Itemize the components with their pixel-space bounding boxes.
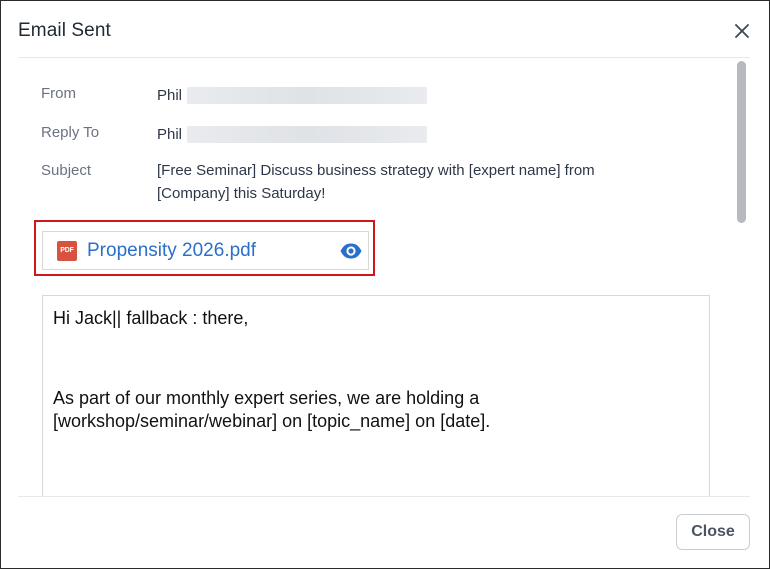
- attachment-file-name[interactable]: Propensity 2026.pdf: [87, 240, 256, 262]
- close-icon[interactable]: [732, 21, 752, 41]
- email-sent-dialog: Email Sent From Phil Reply To Phil Subje…: [0, 0, 770, 569]
- subject-label: Subject: [41, 162, 92, 179]
- footer-divider: [18, 496, 750, 497]
- email-paragraph-line-1: As part of our monthly expert series, we…: [53, 388, 480, 408]
- from-value: Phil: [157, 87, 183, 104]
- email-greeting: Hi Jack|| fallback : there,: [53, 308, 249, 328]
- from-redacted-email: [187, 87, 427, 104]
- eye-icon[interactable]: [339, 242, 363, 260]
- dialog-title: Email Sent: [18, 20, 111, 41]
- scrollbar-thumb[interactable]: [737, 61, 746, 223]
- dialog-body: From Phil Reply To Phil Subject [Free Se…: [1, 58, 769, 496]
- pdf-icon: PDF: [57, 241, 77, 261]
- subject-line-1: [Free Seminar] Discuss business strategy…: [157, 162, 595, 179]
- subject-line-2: [Company] this Saturday!: [157, 185, 326, 202]
- reply-to-value: Phil: [157, 126, 183, 143]
- reply-to-redacted-email: [187, 126, 427, 143]
- attachment-item[interactable]: PDF Propensity 2026.pdf: [42, 231, 369, 270]
- reply-to-label: Reply To: [41, 124, 100, 141]
- email-body-preview[interactable]: Hi Jack|| fallback : there, As part of o…: [42, 295, 710, 496]
- email-paragraph-line-2: [workshop/seminar/webinar] on [topic_nam…: [53, 411, 491, 431]
- close-button[interactable]: Close: [676, 514, 750, 550]
- dialog-header: Email Sent: [1, 1, 769, 57]
- from-label: From: [41, 85, 76, 102]
